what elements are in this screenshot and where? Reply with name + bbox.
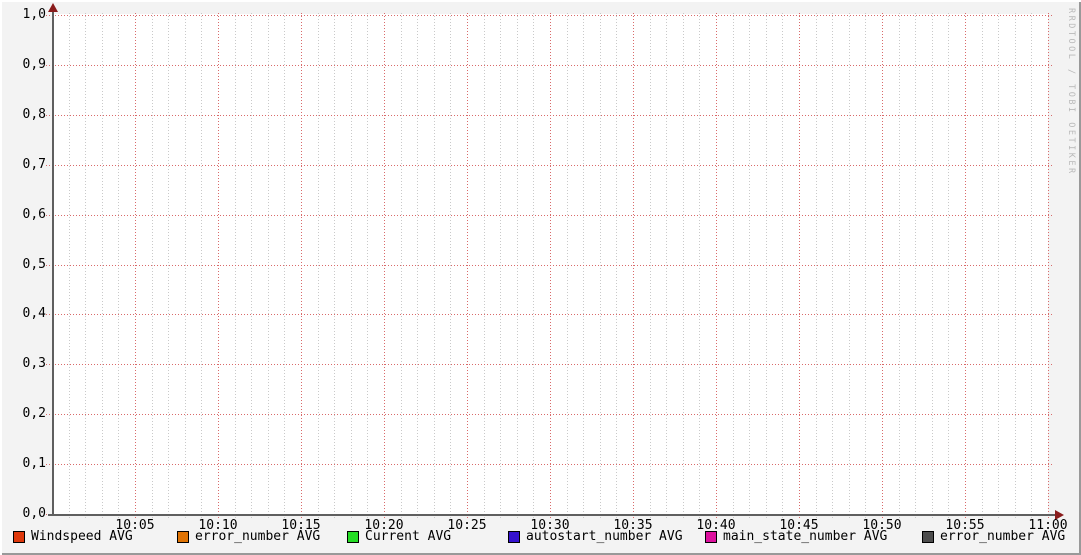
y-tick-label: 0,7: [22, 157, 46, 172]
y-tick-label: 0,1: [22, 456, 46, 471]
gridline-major-horizontal: [46, 15, 1052, 16]
y-axis-line: [52, 10, 54, 516]
y-tick-label: 0,9: [22, 57, 46, 72]
gridline-major-vertical: [550, 13, 551, 519]
y-tick-label: 0,3: [22, 356, 46, 371]
legend-item: error_number AVG: [922, 529, 1065, 545]
y-axis-arrow-icon: [48, 3, 58, 12]
gridline-major-vertical: [799, 13, 800, 519]
x-axis-line: [48, 514, 1058, 516]
legend-item: Windspeed AVG: [13, 529, 133, 545]
y-tick-label: 1,0: [22, 7, 46, 22]
gridline-major-horizontal: [46, 314, 1052, 315]
gridline-major-horizontal: [46, 165, 1052, 166]
y-tick-label: 0,5: [22, 257, 46, 272]
gridline-major-horizontal: [46, 364, 1052, 365]
legend-item-label: Current AVG: [365, 529, 452, 544]
gridline-major-horizontal: [46, 464, 1052, 465]
rrdtool-graph: 0,0 0,1 0,2 0,3 0,4 0,5 0,6 0,7 0,8 0,9 1,0 10:05 10…: [0, 0, 1081, 555]
gridline-major-vertical: [882, 13, 883, 519]
legend-item: main_state_number AVG: [705, 529, 887, 545]
y-tick-label: 0,8: [22, 107, 46, 122]
legend-color-swatch: [705, 531, 717, 543]
watermark: RRDTOOL / TOBI OETIKER: [1066, 8, 1076, 176]
gridline-major-horizontal: [46, 265, 1052, 266]
gridline-major-vertical: [716, 13, 717, 519]
legend-item: error_number AVG: [177, 529, 320, 545]
gridline-major-vertical: [965, 13, 966, 519]
gridline-major-vertical: [384, 13, 385, 519]
y-tick-label: 0,6: [22, 207, 46, 222]
legend-item: Current AVG: [347, 529, 451, 545]
gridline-major-vertical: [135, 13, 136, 519]
legend-item: autostart_number AVG: [508, 529, 683, 545]
legend-item-label: autostart_number AVG: [526, 529, 683, 544]
gridline-major-vertical: [633, 13, 634, 519]
gridline-major-vertical: [301, 13, 302, 519]
gridline-major-horizontal: [46, 115, 1052, 116]
legend: Windspeed AVG error_number AVG Current AVG…: [0, 529, 1081, 547]
legend-item-label: error_number AVG: [940, 529, 1066, 544]
y-tick-label: 0,0: [22, 506, 46, 521]
legend-item-label: error_number AVG: [195, 529, 321, 544]
gridline-major-vertical: [218, 13, 219, 519]
gridline-major-vertical: [467, 13, 468, 519]
legend-color-swatch: [177, 531, 189, 543]
legend-color-swatch: [508, 531, 520, 543]
gridline-major-horizontal: [46, 65, 1052, 66]
gridline-major-vertical: [1048, 13, 1049, 519]
legend-color-swatch: [13, 531, 25, 543]
legend-color-swatch: [922, 531, 934, 543]
legend-item-label: Windspeed AVG: [31, 529, 133, 544]
y-tick-label: 0,4: [22, 306, 46, 321]
gridline-major-horizontal: [46, 414, 1052, 415]
legend-item-label: main_state_number AVG: [723, 529, 888, 544]
legend-color-swatch: [347, 531, 359, 543]
gridline-major-horizontal: [46, 215, 1052, 216]
y-tick-label: 0,2: [22, 406, 46, 421]
